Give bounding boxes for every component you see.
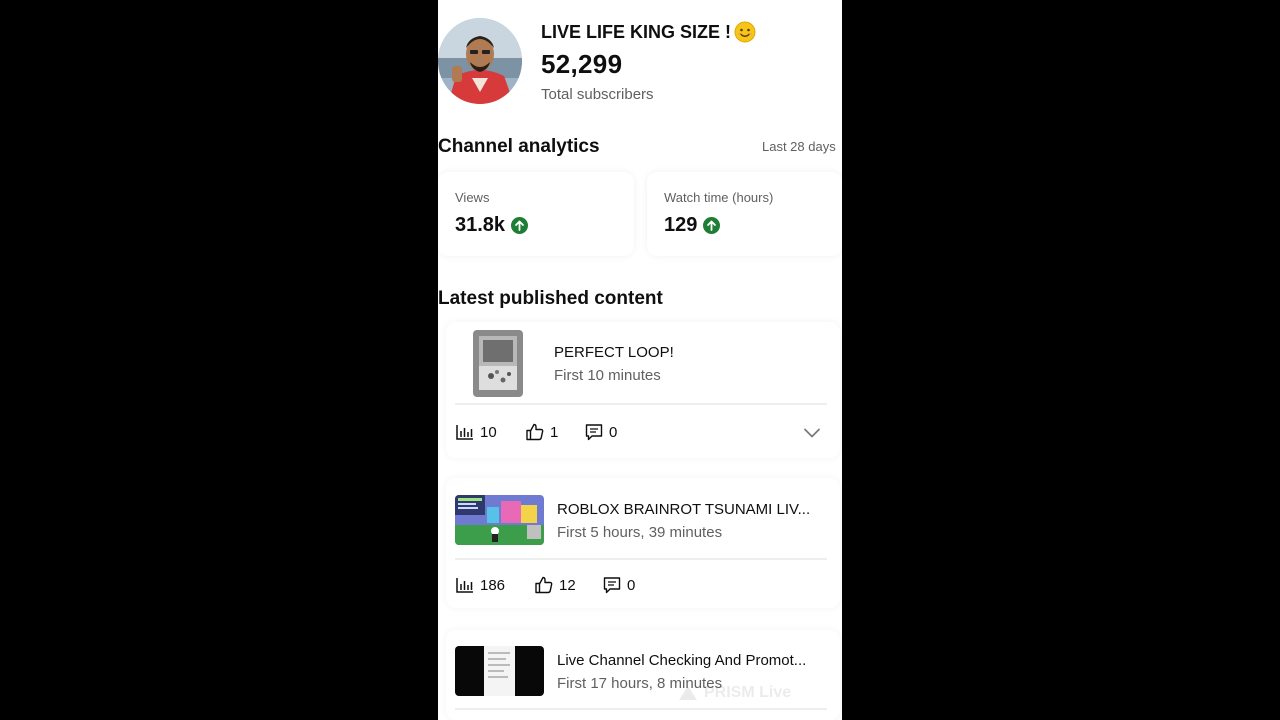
studio-screen: LIVE LIFE KING SIZE ! 52,299 Total subsc… [438, 0, 842, 720]
video-thumbnail[interactable] [455, 646, 544, 696]
subscriber-label: Total subscribers [541, 86, 654, 103]
video-thumbnail[interactable] [455, 495, 544, 545]
latest-content-title: Latest published content [438, 288, 663, 309]
thumbs-up-icon [526, 423, 544, 441]
comment-icon [603, 577, 621, 594]
card-divider [455, 403, 827, 405]
card-divider [455, 708, 827, 710]
smiling-face-icon [734, 21, 756, 43]
comments-count: 0 [609, 423, 618, 441]
arrow-up-icon [703, 217, 721, 234]
watermark-text: PRISM Live [704, 684, 792, 701]
watermark: PRISM Live [678, 684, 791, 702]
content-card[interactable]: ROBLOX BRAINROT TSUNAMI LIV... First 5 h… [446, 478, 840, 608]
likes-count: 12 [559, 576, 576, 594]
views-count: 186 [480, 576, 506, 594]
chevron-down-icon[interactable] [802, 423, 822, 443]
watch-time-value: 129 [664, 214, 698, 236]
views-stat: 186 [455, 575, 505, 595]
channel-name: LIVE LIFE KING SIZE ! [541, 21, 756, 43]
likes-count: 1 [550, 423, 559, 441]
comments-count: 0 [627, 576, 636, 594]
comments-stat: 0 [584, 422, 617, 442]
channel-avatar[interactable] [438, 18, 522, 104]
card-divider [455, 558, 827, 560]
views-card[interactable]: Views 31.8k [438, 172, 634, 256]
analytics-range[interactable]: Last 28 days [762, 139, 836, 154]
thumbs-up-icon [535, 576, 553, 594]
watch-time-card[interactable]: Watch time (hours) 129 [647, 172, 842, 256]
views-value-row: 31.8k [455, 214, 529, 237]
video-thumbnail[interactable] [473, 330, 523, 397]
bar-chart-icon [456, 425, 473, 440]
subscriber-count: 52,299 [541, 49, 623, 79]
video-title[interactable]: PERFECT LOOP! [554, 344, 674, 361]
analytics-title: Channel analytics [438, 136, 600, 157]
channel-name-text: LIVE LIFE KING SIZE ! [541, 21, 732, 42]
likes-stat: 12 [534, 575, 576, 595]
prism-logo-icon [679, 686, 697, 700]
video-title[interactable]: Live Channel Checking And Promot... [557, 652, 806, 669]
video-subtitle: First 5 hours, 39 minutes [557, 524, 723, 541]
views-value: 31.8k [455, 214, 506, 236]
bar-chart-icon [456, 578, 473, 593]
comments-stat: 0 [602, 575, 635, 595]
views-count: 10 [480, 423, 497, 441]
watch-time-value-row: 129 [664, 214, 721, 237]
video-subtitle: First 10 minutes [554, 367, 661, 384]
arrow-up-icon [511, 217, 529, 234]
views-stat: 10 [455, 422, 497, 442]
comment-icon [585, 424, 603, 441]
content-card[interactable]: Live Channel Checking And Promot... Firs… [446, 630, 840, 720]
content-card[interactable]: PERFECT LOOP! First 10 minutes 10 1 0 [446, 322, 840, 458]
views-label: Views [455, 190, 490, 205]
likes-stat: 1 [525, 422, 558, 442]
video-title[interactable]: ROBLOX BRAINROT TSUNAMI LIV... [557, 501, 810, 518]
watch-time-label: Watch time (hours) [664, 190, 774, 205]
